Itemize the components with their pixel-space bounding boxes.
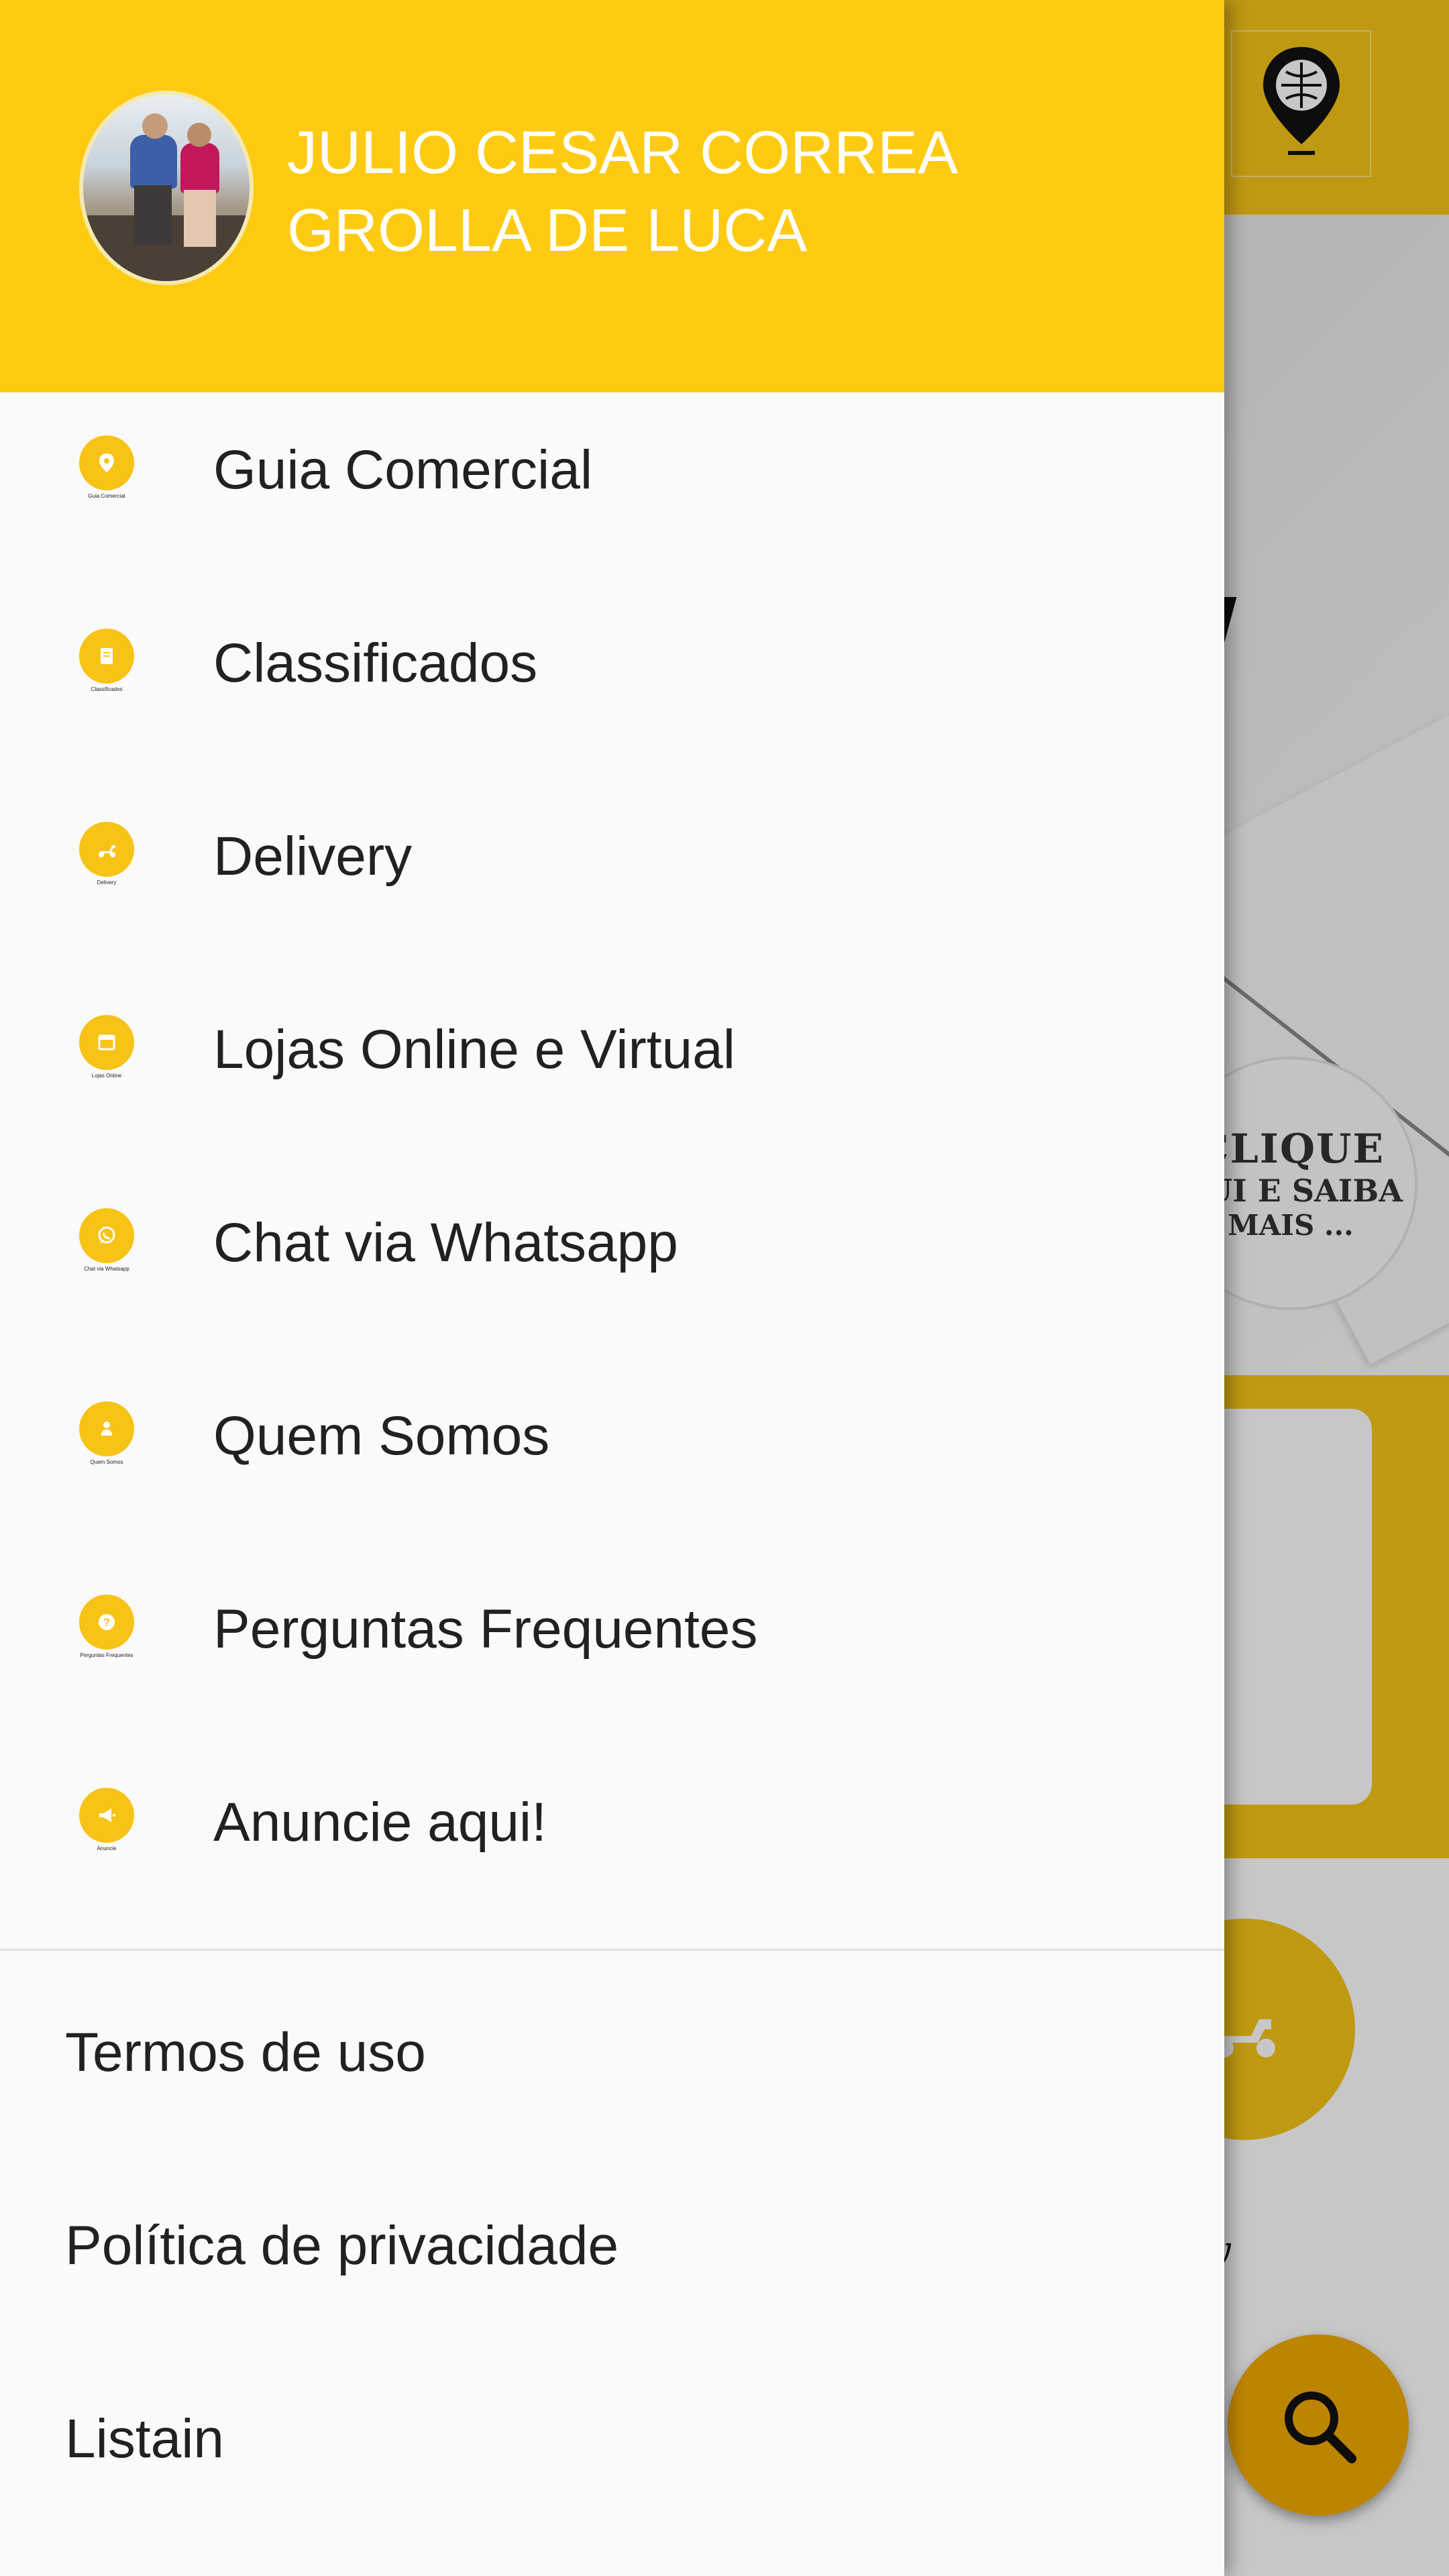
menu-icon-caption: Classificados (91, 686, 123, 692)
megaphone-icon (79, 1788, 134, 1843)
storefront-icon (79, 1015, 134, 1070)
whatsapp-icon (79, 1208, 134, 1263)
footer-link-label: Política de privacidade (65, 2215, 619, 2276)
moped-icon (79, 822, 134, 877)
navigation-drawer: JULIO CESAR CORREA GROLLA DE LUCA Guia C… (0, 0, 1224, 2576)
menu-divider (0, 1949, 1224, 1951)
footer-link-politica-privacidade[interactable]: Política de privacidade (0, 2149, 1224, 2342)
menu-item-label: Guia Comercial (213, 439, 593, 500)
menu-item-classificados[interactable]: Classificados Classificados (0, 586, 1224, 779)
menu-item-delivery[interactable]: Delivery Delivery (0, 779, 1224, 972)
menu-item-label: Chat via Whatsapp (213, 1212, 678, 1273)
person-icon (79, 1401, 134, 1456)
menu-item-label: Quem Somos (213, 1405, 550, 1466)
footer-link-label: Termos de uso (65, 2022, 426, 2083)
menu-item-quem-somos[interactable]: Quem Somos Quem Somos (0, 1358, 1224, 1552)
menu-item-chat-whatsapp[interactable]: Chat via Whatsapp Chat via Whatsapp (0, 1165, 1224, 1358)
menu-icon-caption: Delivery (97, 879, 117, 885)
footer-link-listain[interactable]: Listain (0, 2342, 1224, 2535)
footer-link-label: Listain (65, 2408, 225, 2469)
menu-icon-caption: Anuncie (97, 1845, 117, 1851)
drawer-header: JULIO CESAR CORREA GROLLA DE LUCA (0, 0, 1224, 392)
menu-icon-caption: Quem Somos (90, 1459, 123, 1465)
menu-item-guia-comercial[interactable]: Guia Comercial Guia Comercial (0, 392, 1224, 586)
menu-item-perguntas-frequentes[interactable]: ? Perguntas Frequentes Perguntas Frequen… (0, 1552, 1224, 1745)
question-icon: ? (79, 1595, 134, 1650)
menu-item-label: Perguntas Frequentes (213, 1599, 758, 1660)
location-pin-icon (79, 435, 134, 490)
footer-link-termos-de-uso[interactable]: Termos de uso (0, 1955, 1224, 2149)
menu-item-lojas-online[interactable]: Lojas Online Lojas Online e Virtual (0, 972, 1224, 1165)
user-name: JULIO CESAR CORREA GROLLA DE LUCA (287, 119, 955, 264)
avatar[interactable] (79, 91, 254, 285)
menu-icon-caption: Chat via Whatsapp (84, 1266, 129, 1272)
menu-icon-caption: Guia Comercial (88, 493, 125, 499)
menu-item-label: Classificados (213, 633, 538, 694)
menu-item-label: Lojas Online e Virtual (213, 1019, 735, 1080)
menu-icon-caption: Lojas Online (91, 1073, 122, 1079)
menu-icon-caption: Perguntas Frequentes (80, 1652, 133, 1658)
menu-item-label: Delivery (213, 826, 413, 887)
svg-text:?: ? (103, 1616, 110, 1629)
document-icon (79, 629, 134, 684)
menu-item-label: Anuncie aqui! (213, 1792, 547, 1853)
menu-item-anuncie-aqui[interactable]: Anuncie Anuncie aqui! (0, 1745, 1224, 1938)
